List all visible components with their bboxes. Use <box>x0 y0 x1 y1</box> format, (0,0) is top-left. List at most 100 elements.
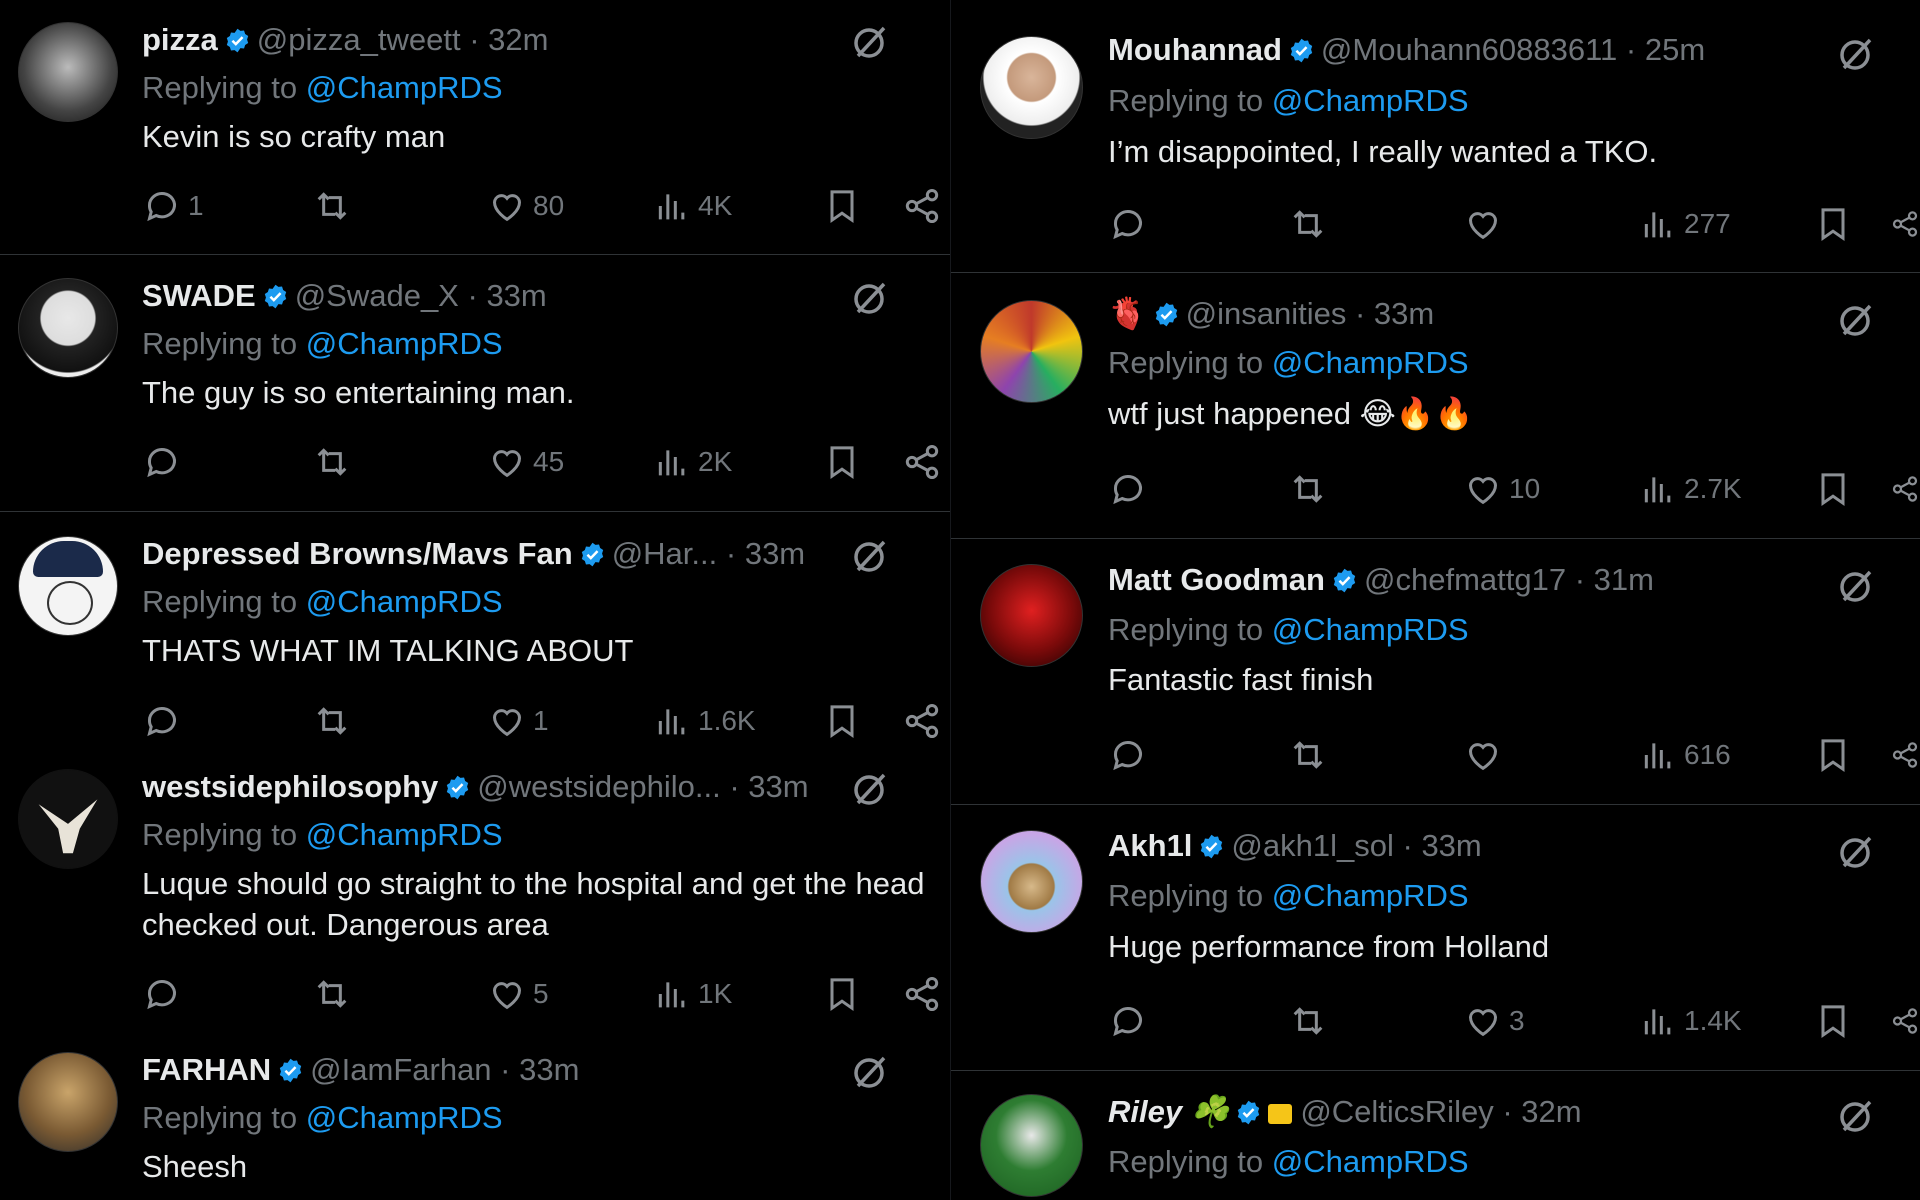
avatar[interactable] <box>18 769 118 869</box>
views-button[interactable]: 2.7K <box>1638 464 1742 514</box>
display-name[interactable]: westsidephilosophy <box>142 769 438 804</box>
grok-icon[interactable] <box>1836 566 1876 606</box>
avatar[interactable] <box>18 536 118 636</box>
reply-button[interactable] <box>1108 464 1154 514</box>
reply-tweet[interactable]: Riley ☘️ @CelticsRiley · 32m Replying to … <box>951 1072 1920 1200</box>
share-button[interactable] <box>902 696 942 746</box>
display-name[interactable]: Matt Goodman <box>1108 562 1325 597</box>
reply-button[interactable] <box>142 969 188 1019</box>
like-button[interactable]: 80 <box>487 181 564 231</box>
grok-icon[interactable] <box>1836 34 1876 74</box>
reply-tweet[interactable]: Mouhannad @Mouhann60883611 · 25m Replying… <box>951 0 1920 273</box>
user-handle[interactable]: @Mouhann60883611 <box>1321 32 1617 67</box>
display-name[interactable]: Depressed Browns/Mavs Fan <box>142 536 573 571</box>
reply-button[interactable] <box>142 437 188 487</box>
like-button[interactable] <box>1463 730 1509 780</box>
avatar[interactable] <box>18 278 118 378</box>
share-button[interactable] <box>902 969 942 1019</box>
bookmark-button[interactable] <box>1813 996 1853 1046</box>
reply-tweet[interactable]: SWADE @Swade_X · 33m Replying to @ChampRD… <box>0 256 950 512</box>
like-button[interactable]: 45 <box>487 437 564 487</box>
timestamp[interactable]: 25m <box>1645 32 1705 67</box>
reply-tweet[interactable]: westsidephilosophy @westsidephilo... · 33… <box>0 747 950 1027</box>
grok-icon[interactable] <box>850 1052 890 1092</box>
bookmark-button[interactable] <box>822 696 862 746</box>
display-name[interactable]: Mouhannad <box>1108 32 1282 67</box>
bookmark-button[interactable] <box>1813 464 1853 514</box>
retweet-button[interactable] <box>312 969 358 1019</box>
user-handle[interactable]: @chefmattg17 <box>1364 562 1566 597</box>
share-button[interactable] <box>1890 464 1920 514</box>
user-handle[interactable]: @insanities <box>1186 296 1347 331</box>
retweet-button[interactable] <box>1288 996 1334 1046</box>
timestamp[interactable]: 32m <box>1521 1094 1581 1129</box>
reply-tweet[interactable]: Matt Goodman @chefmattg17 · 31m Replying … <box>951 540 1920 805</box>
bookmark-button[interactable] <box>1813 199 1853 249</box>
reply-button[interactable] <box>142 696 188 746</box>
user-handle[interactable]: @Har... <box>612 536 718 571</box>
like-button[interactable] <box>1463 199 1509 249</box>
share-button[interactable] <box>1890 199 1920 249</box>
retweet-button[interactable] <box>1288 464 1334 514</box>
reply-button[interactable] <box>1108 199 1154 249</box>
display-name[interactable]: 🫀 <box>1108 296 1147 331</box>
grok-icon[interactable] <box>850 536 890 576</box>
views-button[interactable]: 4K <box>652 181 732 231</box>
avatar[interactable] <box>980 1094 1083 1197</box>
timestamp[interactable]: 32m <box>488 22 548 57</box>
user-handle[interactable]: @CelticsRiley <box>1300 1094 1493 1129</box>
display-name[interactable]: Riley ☘️ <box>1108 1094 1229 1129</box>
grok-icon[interactable] <box>850 22 890 62</box>
views-button[interactable]: 277 <box>1638 199 1731 249</box>
retweet-button[interactable] <box>1288 730 1334 780</box>
replying-to-link[interactable]: @ChampRDS <box>1272 878 1469 913</box>
grok-icon[interactable] <box>1836 1096 1876 1136</box>
avatar[interactable] <box>18 22 118 122</box>
user-handle[interactable]: @pizza_tweett <box>257 22 461 57</box>
reply-tweet[interactable]: Akh1l @akh1l_sol · 33m Replying to @Champ… <box>951 806 1920 1071</box>
bookmark-button[interactable] <box>822 181 862 231</box>
share-button[interactable] <box>1890 996 1920 1046</box>
avatar[interactable] <box>980 300 1083 403</box>
replying-to-link[interactable]: @ChampRDS <box>1272 345 1469 380</box>
replying-to-link[interactable]: @ChampRDS <box>306 70 503 105</box>
reply-button[interactable] <box>1108 996 1154 1046</box>
timestamp[interactable]: 33m <box>745 536 805 571</box>
replying-to-link[interactable]: @ChampRDS <box>1272 612 1469 647</box>
retweet-button[interactable] <box>312 696 358 746</box>
views-button[interactable]: 2K <box>652 437 732 487</box>
replying-to-link[interactable]: @ChampRDS <box>306 1100 503 1135</box>
timestamp[interactable]: 33m <box>748 769 808 804</box>
views-button[interactable]: 1.4K <box>1638 996 1742 1046</box>
retweet-button[interactable] <box>312 437 358 487</box>
user-handle[interactable]: @akh1l_sol <box>1231 828 1393 863</box>
avatar[interactable] <box>980 564 1083 667</box>
replying-to-link[interactable]: @ChampRDS <box>1272 83 1469 118</box>
replying-to-link[interactable]: @ChampRDS <box>306 817 503 852</box>
reply-button[interactable] <box>1108 730 1154 780</box>
like-button[interactable]: 1 <box>487 696 549 746</box>
views-button[interactable]: 616 <box>1638 730 1731 780</box>
avatar[interactable] <box>18 1052 118 1152</box>
retweet-button[interactable] <box>1288 199 1334 249</box>
retweet-button[interactable] <box>312 181 358 231</box>
display-name[interactable]: Akh1l <box>1108 828 1192 863</box>
like-button[interactable]: 10 <box>1463 464 1540 514</box>
replying-to-link[interactable]: @ChampRDS <box>306 326 503 361</box>
reply-tweet[interactable]: Depressed Browns/Mavs Fan @Har... · 33m R… <box>0 514 950 754</box>
display-name[interactable]: FARHAN <box>142 1052 271 1087</box>
timestamp[interactable]: 33m <box>519 1052 579 1087</box>
replying-to-link[interactable]: @ChampRDS <box>306 584 503 619</box>
grok-icon[interactable] <box>850 278 890 318</box>
user-handle[interactable]: @Swade_X <box>295 278 459 313</box>
bookmark-button[interactable] <box>822 969 862 1019</box>
reply-tweet[interactable]: pizza @pizza_tweett · 32m Replying to @Ch… <box>0 0 950 255</box>
display-name[interactable]: SWADE <box>142 278 256 313</box>
bookmark-button[interactable] <box>822 437 862 487</box>
share-button[interactable] <box>902 181 942 231</box>
share-button[interactable] <box>1890 730 1920 780</box>
reply-tweet[interactable]: 🫀 @insanities · 33m Replying to @ChampRDS… <box>951 274 1920 539</box>
avatar[interactable] <box>980 830 1083 933</box>
timestamp[interactable]: 33m <box>486 278 546 313</box>
like-button[interactable]: 3 <box>1463 996 1525 1046</box>
